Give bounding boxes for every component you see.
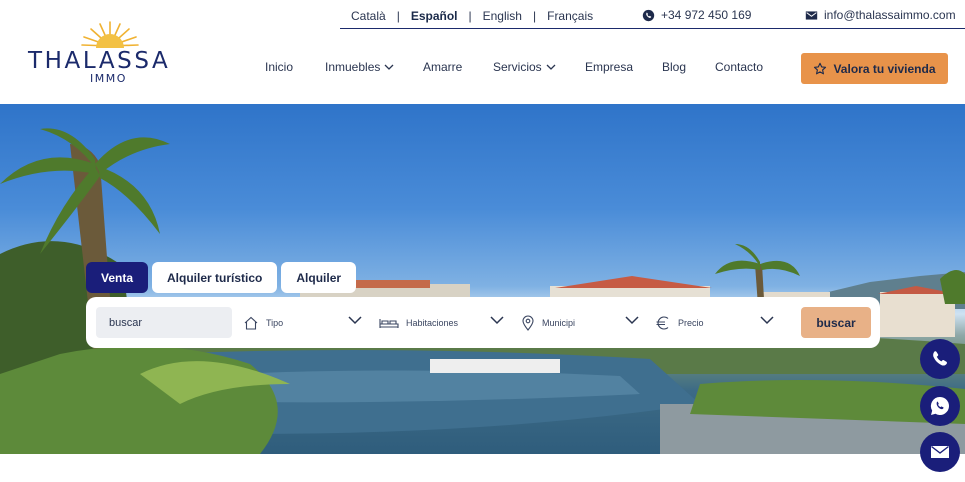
contact-email[interactable]: info@thalassaimmo.com <box>805 8 956 22</box>
hero-banner: Venta Alquiler turístico Alquiler Tipo H… <box>0 104 965 454</box>
chevron-down-icon <box>490 316 504 325</box>
lang-francais[interactable]: Français <box>536 9 604 23</box>
tab-alquiler[interactable]: Alquiler <box>281 262 357 293</box>
search-button[interactable]: buscar <box>801 307 871 338</box>
brand-logo[interactable]: THALASSA IMMO <box>28 20 193 86</box>
nav-servicios[interactable]: Servicios <box>493 60 556 74</box>
brand-name: THALASSA <box>28 48 171 74</box>
nav-inicio[interactable]: Inicio <box>265 60 293 74</box>
nav-label: Empresa <box>585 60 634 74</box>
email-address: info@thalassaimmo.com <box>824 8 956 22</box>
phone-icon <box>933 351 947 366</box>
euro-icon <box>656 316 669 330</box>
filter-habitaciones[interactable]: Habitaciones <box>379 310 506 336</box>
filter-label: Tipo <box>266 318 284 328</box>
chevron-down-icon <box>546 64 556 70</box>
whatsapp-icon <box>930 396 949 415</box>
language-switcher: Català | Español | English | Français <box>340 8 604 24</box>
brand-sub: IMMO <box>90 72 127 85</box>
tab-alquiler-turistico[interactable]: Alquiler turístico <box>152 262 278 293</box>
star-icon <box>814 62 827 74</box>
nav-label: Amarre <box>423 60 463 74</box>
nav-contacto[interactable]: Contacto <box>715 60 763 74</box>
floating-whatsapp-button[interactable] <box>920 386 960 426</box>
whatsapp-icon <box>642 9 655 21</box>
nav-label: Servicios <box>493 60 542 74</box>
sun-logo-icon <box>81 21 139 48</box>
nav-blog[interactable]: Blog <box>662 60 686 74</box>
nav-label: Inicio <box>265 60 294 74</box>
nav-inmuebles[interactable]: Inmuebles <box>325 60 394 74</box>
nav-label: Blog <box>662 60 687 74</box>
nav-empresa[interactable]: Empresa <box>585 60 633 74</box>
chevron-down-icon <box>625 316 639 325</box>
chevron-down-icon <box>384 64 394 70</box>
lang-espanol[interactable]: Español <box>400 9 469 23</box>
filter-tipo[interactable]: Tipo <box>243 310 363 336</box>
filter-label: Habitaciones <box>406 318 459 328</box>
valuation-button[interactable]: Valora tu vivienda <box>801 53 948 84</box>
home-icon <box>244 316 258 330</box>
site-header: THALASSA IMMO Català | Español | English… <box>0 0 965 104</box>
floating-call-button[interactable] <box>920 339 960 379</box>
floating-email-button[interactable] <box>920 432 960 472</box>
nav-amarre[interactable]: Amarre <box>423 60 462 74</box>
search-input[interactable] <box>96 307 232 338</box>
header-divider <box>340 28 965 29</box>
nav-label: Inmuebles <box>325 60 381 74</box>
filter-label: Municipi <box>542 318 576 328</box>
tab-venta[interactable]: Venta <box>86 262 149 293</box>
phone-number: +34 972 450 169 <box>661 8 752 22</box>
contact-phone[interactable]: +34 972 450 169 <box>642 8 751 22</box>
chevron-down-icon <box>760 316 774 325</box>
chevron-down-icon <box>348 316 362 325</box>
filter-label: Precio <box>678 318 704 328</box>
search-tabs: Venta Alquiler turístico Alquiler <box>86 262 360 293</box>
mail-icon <box>805 10 818 20</box>
property-search-bar: Tipo Habitaciones Municipi Precio <box>86 297 880 348</box>
valuation-label: Valora tu vivienda <box>833 61 936 76</box>
filter-precio[interactable]: Precio <box>655 310 775 336</box>
lang-catala[interactable]: Català <box>340 9 397 23</box>
location-pin-icon <box>522 315 534 331</box>
mail-icon <box>931 445 949 458</box>
lang-english[interactable]: English <box>472 9 533 23</box>
bed-icon <box>379 319 399 328</box>
filter-municipi[interactable]: Municipi <box>521 310 641 336</box>
nav-label: Contacto <box>715 60 764 74</box>
